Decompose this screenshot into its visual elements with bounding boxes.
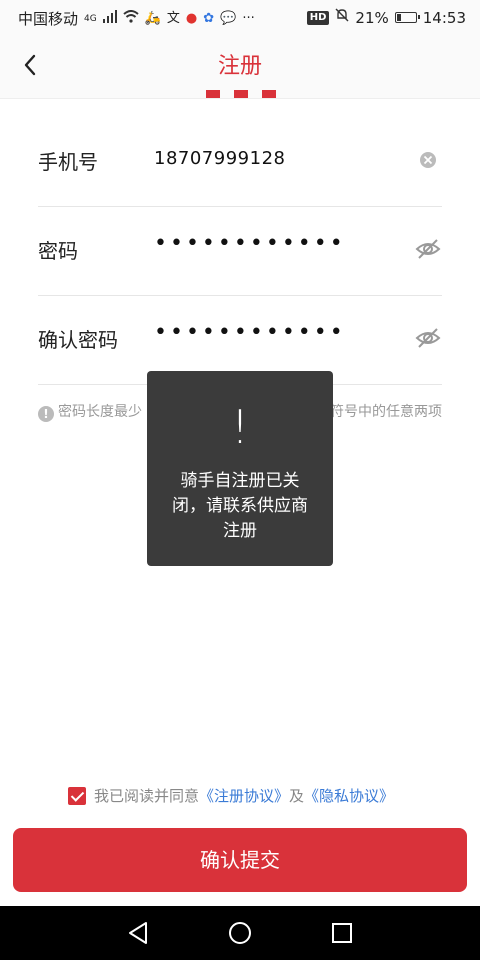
clear-icon[interactable] xyxy=(414,146,442,174)
status-bar-left: 中国移动 4G 🛵 文 ● ✿ 💬 ··· xyxy=(18,8,255,29)
phone-label: 手机号 xyxy=(38,150,98,174)
phone-row: 手机号 18707999128 xyxy=(38,118,442,207)
toast-dialog: ! 骑手自注册已关闭，请联系供应商注册 xyxy=(147,371,333,566)
register-form: 手机号 18707999128 密码 •••••••••••• 确认密码 •••… xyxy=(38,118,442,385)
exclamation-icon: ! xyxy=(230,400,250,454)
app-icon: 文 xyxy=(166,10,180,26)
nav-back-icon[interactable] xyxy=(126,920,152,946)
eye-off-icon[interactable] xyxy=(414,235,442,263)
register-agreement-link[interactable]: 《注册协议》 xyxy=(199,785,289,806)
privacy-agreement-link[interactable]: 《隐私协议》 xyxy=(304,785,394,806)
message-icon: 💬 xyxy=(220,10,237,26)
toast-message: 骑手自注册已关闭，请联系供应商注册 xyxy=(172,471,308,541)
battery-percent: 21% xyxy=(355,8,389,27)
title-decoration xyxy=(206,90,276,98)
hint-text-start: 密码长度最少 xyxy=(58,404,142,420)
agreement-prefix: 我已阅读并同意 xyxy=(94,787,200,805)
agreement-checkbox[interactable] xyxy=(68,786,86,805)
confirm-password-label: 确认密码 xyxy=(38,328,118,352)
confirm-password-input[interactable]: •••••••••••• xyxy=(154,320,346,345)
paw-icon: ✿ xyxy=(203,10,215,26)
network-type: 4G xyxy=(84,13,97,24)
signal-icon xyxy=(102,9,117,28)
eye-off-icon[interactable] xyxy=(414,324,442,352)
battery-icon xyxy=(394,12,420,23)
more-icon: ··· xyxy=(242,10,255,26)
password-input[interactable]: •••••••••••• xyxy=(154,231,346,256)
hd-badge: HD xyxy=(306,10,330,25)
submit-button[interactable]: 确认提交 xyxy=(13,828,467,892)
wifi-icon xyxy=(123,9,139,28)
agreement: 我已阅读并同意 《注册协议》 及 《隐私协议》 xyxy=(68,785,394,806)
password-row: 密码 •••••••••••• xyxy=(38,207,442,296)
info-icon: ! xyxy=(38,406,54,422)
mute-bell-icon xyxy=(335,8,349,27)
agreement-and: 及 xyxy=(289,787,305,805)
nav-recents-icon[interactable] xyxy=(329,920,355,946)
clock: 14:53 xyxy=(422,8,466,27)
page-title: 注册 xyxy=(217,54,262,79)
delivery-app-icon: 🛵 xyxy=(144,10,161,26)
password-label: 密码 xyxy=(38,239,78,263)
status-bar: 中国移动 4G 🛵 文 ● ✿ 💬 ··· HD 21% 14:53 xyxy=(0,0,480,34)
location-icon: ● xyxy=(185,10,198,26)
hint-text-end: 、符号中的任意两项 xyxy=(316,404,442,420)
carrier-label: 中国移动 xyxy=(18,10,79,28)
phone-input[interactable]: 18707999128 xyxy=(154,148,285,169)
app-header: 注册 xyxy=(0,34,480,99)
nav-home-icon[interactable] xyxy=(227,920,253,946)
system-nav-bar xyxy=(0,906,480,960)
status-bar-right: HD 21% 14:53 xyxy=(306,8,466,27)
